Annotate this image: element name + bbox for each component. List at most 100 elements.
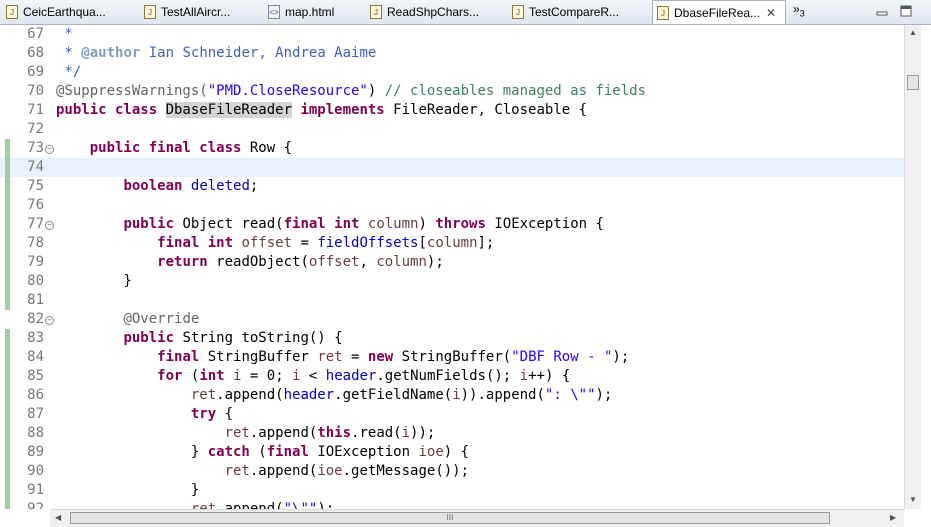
code-line[interactable]: 69 */ [0,63,904,82]
java-file-icon: J [657,5,669,20]
code-text: return readObject(offset, column); [56,253,444,272]
code-text: public String toString() { [56,329,343,348]
code-token: String toString() { [174,330,343,346]
overview-ruler[interactable] [921,25,931,509]
fold-collapse-icon[interactable]: − [45,316,54,325]
code-line[interactable]: 79 return readObject(offset, column); [0,253,904,272]
code-line[interactable]: 68 * @author Ian Schneider, Andrea Aaime [0,44,904,63]
code-line[interactable]: 85 for (int i = 0; i < header.getNumFiel… [0,367,904,386]
code-line[interactable]: 89 } catch (final IOException ioe) { [0,443,904,462]
code-token: column [376,254,427,270]
vertical-scrollbar[interactable]: ▲ ▼ [904,25,922,509]
code-line[interactable]: 92 ret.append("\""); [0,500,904,509]
code-token: < [300,368,326,384]
line-number: 90 [27,463,44,479]
code-token: i [401,425,411,441]
code-text: @Override [56,310,199,329]
line-number: 71 [27,102,44,118]
code-token: } [56,273,132,289]
code-token: @SuppressWarnings( [56,83,208,99]
line-number: 81 [27,292,44,308]
tab-test-all-aircraft[interactable]: J TestAllAircr... [140,1,264,23]
code-token: * [56,26,73,42]
code-line[interactable]: 72 [0,120,904,139]
scroll-left-icon[interactable]: ◀ [55,513,61,522]
line-number: 91 [27,482,44,498]
code-line[interactable]: 70 @SuppressWarnings("PMD.CloseResource")… [0,82,904,101]
scroll-down-icon[interactable]: ▼ [909,495,917,504]
maximize-icon[interactable] [900,5,912,17]
code-line[interactable]: 80 } [0,272,904,291]
code-token: new [367,349,394,365]
fold-collapse-icon[interactable]: − [45,221,54,230]
close-icon[interactable]: ✕ [766,6,776,20]
code-token: ) [367,83,385,99]
code-line[interactable]: 87 try { [0,405,904,424]
code-text: @SuppressWarnings("PMD.CloseResource") /… [56,82,646,101]
code-line[interactable]: 73− public final class Row { [0,139,904,158]
tab-label: DbaseFileRea... [674,5,761,20]
code-text: } [56,481,199,500]
code-line[interactable]: 91 } [0,481,904,500]
code-token: public class [56,102,166,118]
tab-ceic-earthquake[interactable]: J CeicEarthqua... [2,1,140,23]
code-token: ) { [443,444,470,460]
line-number: 85 [27,368,44,384]
scroll-up-icon[interactable]: ▲ [909,28,917,37]
code-token: { [216,406,234,422]
code-token: public final class [89,140,242,156]
code-text: ret.append(ioe.getMessage()); [56,462,469,481]
scroll-right-icon[interactable]: ▶ [890,513,896,522]
tab-label: TestAllAircr... [161,5,231,19]
tab-read-shp-chars[interactable]: J ReadShpChars... [366,1,506,23]
vertical-scroll-thumb[interactable] [907,75,919,90]
tab-dbase-file-reader[interactable]: J DbaseFileRea... ✕ [652,0,786,24]
code-line[interactable]: 76 [0,196,904,215]
code-line[interactable]: 90 ret.append(ioe.getMessage()); [0,462,904,481]
code-line[interactable]: 67 * [0,25,904,44]
code-token: .getMessage()); [342,463,470,479]
code-token: deleted [190,178,250,194]
code-token: @author [81,45,141,61]
code-token: implements [300,102,385,118]
code-token: ( [182,368,200,384]
code-line[interactable]: 84 final StringBuffer ret = new StringBu… [0,348,904,367]
code-token: column [367,216,419,232]
code-token: Object read( [174,216,284,232]
code-line[interactable]: 77− public Object read(final int column)… [0,215,904,234]
code-text: } catch (final IOException ioe) { [56,443,469,462]
tab-overflow-button[interactable]: »3 [793,2,805,18]
code-token: */ [56,64,82,80]
line-number: 84 [27,349,44,365]
code-line[interactable]: 88 ret.append(this.read(i)); [0,424,904,443]
line-number: 83 [27,330,44,346]
code-line[interactable]: 83 public String toString() { [0,329,904,348]
horizontal-scroll-thumb[interactable]: III [70,512,830,524]
scroll-grip: III [446,513,454,522]
code-token: .append( [216,387,284,403]
code-line[interactable]: 86 ret.append(header.getFieldName(i)).ap… [0,386,904,405]
code-token: ( [249,444,267,460]
code-token: for [157,368,183,384]
change-marker [5,329,10,509]
code-line[interactable]: 82− @Override [0,310,904,329]
line-number: 86 [27,387,44,403]
code-line[interactable]: 78 final int offset = fieldOffsets[colum… [0,234,904,253]
tab-test-compare[interactable]: J TestCompareR... [508,1,650,23]
fold-collapse-icon[interactable]: − [45,145,54,154]
horizontal-scrollbar[interactable]: ◀ III ▶ [50,509,904,527]
minimize-icon[interactable] [876,5,888,17]
code-line[interactable]: 75 boolean deleted; [0,177,904,196]
code-line[interactable]: 81 [0,291,904,310]
tab-map-html[interactable]: <> map.html [264,1,366,23]
code-token: , [359,254,377,270]
code-line[interactable]: 71 public class DbaseFileReader implement… [0,101,904,120]
code-token: )).append( [460,387,545,403]
code-editor[interactable]: 67 * 68 * @author Ian Schneider, Andrea A… [0,25,904,509]
code-line[interactable]: 74 [0,158,904,177]
code-text: * [56,25,73,44]
